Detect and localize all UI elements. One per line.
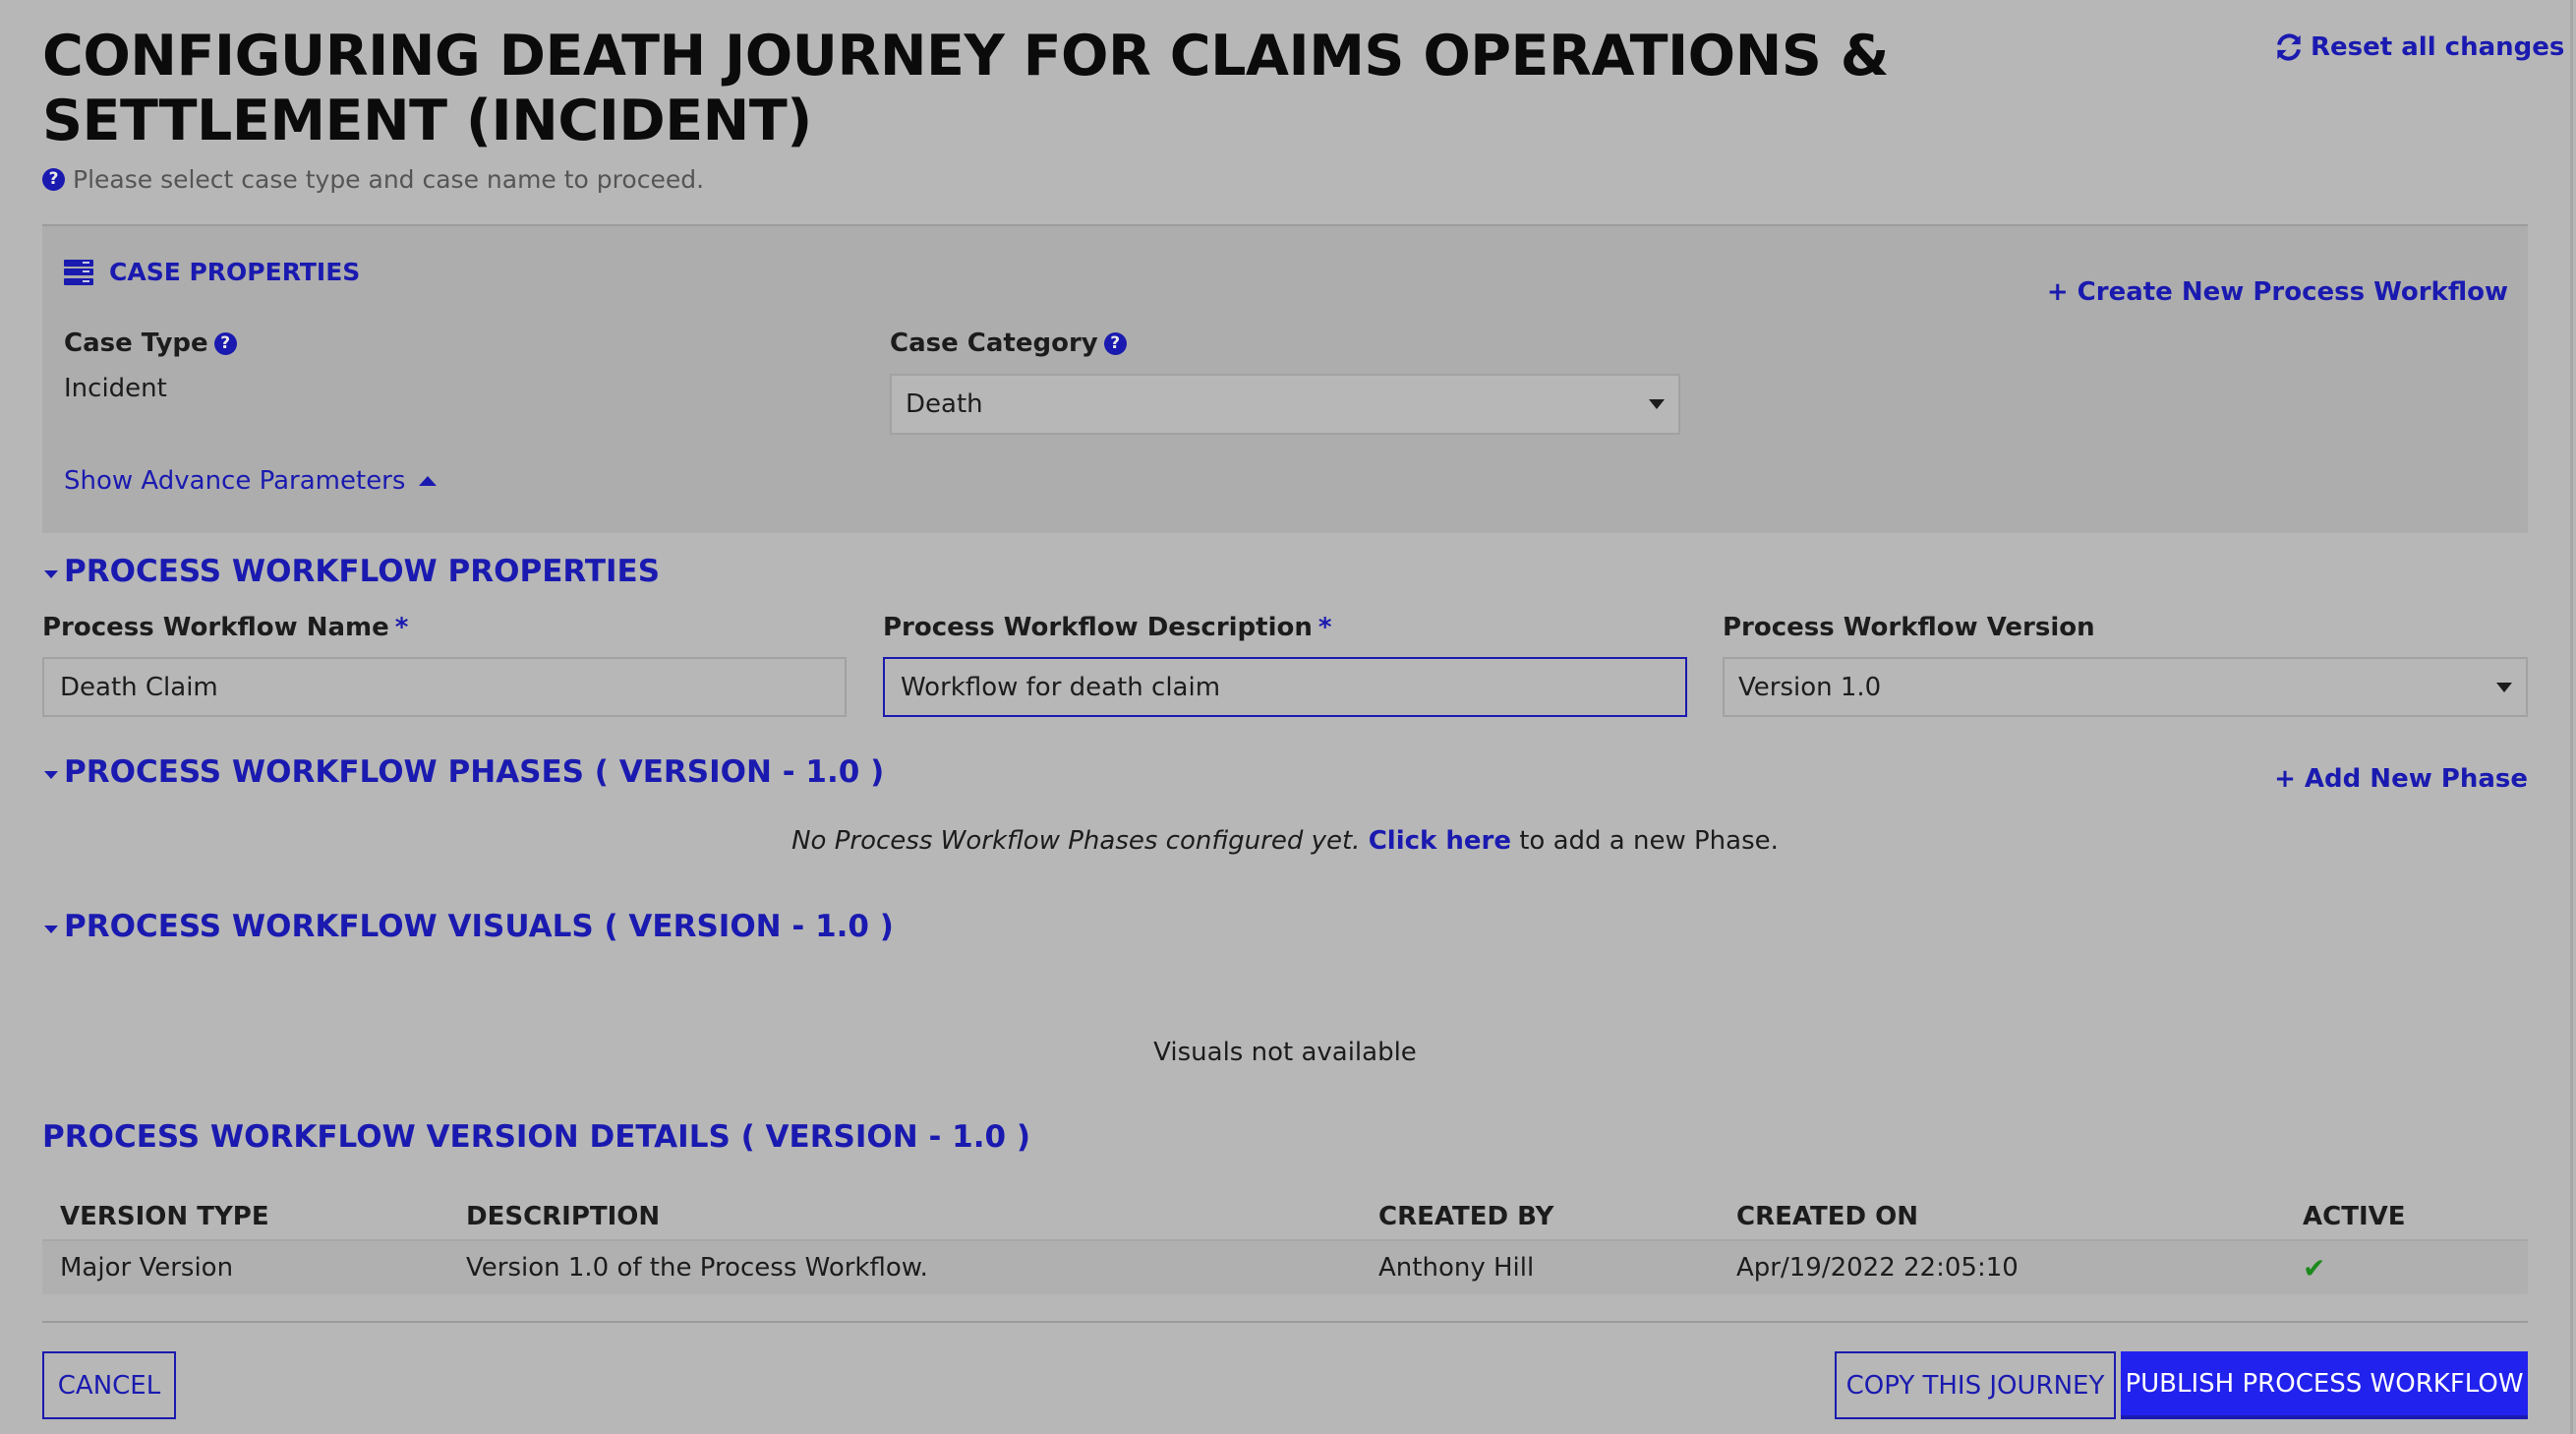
server-stack-icon [64,259,93,285]
hint-message: ? Please select case type and case name … [42,165,704,194]
phases-empty-state: No Process Workflow Phases configured ye… [0,826,2570,856]
workflow-description-label: Process Workflow Description * [883,613,1332,642]
process-workflow-properties-toggle[interactable]: PROCESS WORKFLOW PROPERTIES [44,554,660,589]
footer-divider [42,1321,2528,1323]
case-category-help-icon[interactable]: ? [1103,331,1127,355]
publish-process-workflow-button[interactable]: PUBLISH PROCESS WORKFLOW [2121,1351,2528,1419]
caret-up-icon [419,476,438,486]
workflow-name-label-text: Process Workflow Name [42,613,389,642]
advance-link-label: Show Advance Parameters [64,466,406,496]
workflow-description-label-text: Process Workflow Description [883,613,1313,642]
workflow-description-input[interactable]: Workflow for death claim [883,657,1687,717]
case-type-help-icon[interactable]: ? [213,331,237,355]
workflow-version-select[interactable]: Version 1.0 [1723,657,2528,717]
column-header-active: ACTIVE [2285,1194,2528,1241]
phases-empty-text: No Process Workflow Phases configured ye… [791,826,1361,856]
checkmark-icon: ✔ [2303,1251,2326,1285]
workflow-version-label: Process Workflow Version [1723,613,2095,642]
workflow-name-label: Process Workflow Name * [42,613,408,642]
case-category-label-text: Case Category [890,329,1098,358]
reset-all-changes-link[interactable]: Reset all changes [2275,32,2564,62]
create-new-process-workflow-link[interactable]: + Create New Process Workflow [2047,277,2508,307]
hint-text: Please select case type and case name to… [73,165,705,194]
workflow-version-selected-value: Version 1.0 [1738,672,1882,702]
process-workflow-phases-toggle[interactable]: PROCESS WORKFLOW PHASES ( VERSION - 1.0 … [44,754,884,790]
case-properties-heading: CASE PROPERTIES [64,258,360,286]
chevron-down-icon [1649,399,1665,409]
required-asterisk: * [1317,613,1332,642]
visuals-empty-state: Visuals not available [1153,1038,1417,1067]
reset-label: Reset all changes [2311,32,2565,62]
workflow-description-value: Workflow for death claim [901,672,1221,702]
table-row: Major Version Version 1.0 of the Process… [42,1240,2528,1294]
column-header-version-type: VERSION TYPE [42,1194,448,1241]
process-workflow-visuals-toggle[interactable]: PROCESS WORKFLOW VISUALS ( VERSION - 1.0… [44,909,894,944]
case-type-label: Case Type ? [64,329,237,358]
required-asterisk: * [394,613,409,642]
cell-description: Version 1.0 of the Process Workflow. [448,1240,1361,1294]
show-advance-parameters-link[interactable]: Show Advance Parameters [64,466,438,496]
workflow-name-input[interactable]: Death Claim [42,657,847,717]
column-header-created-by: CREATED BY [1361,1194,1719,1241]
help-icon: ? [42,168,65,191]
cell-created-on: Apr/19/2022 22:05:10 [1719,1240,2285,1294]
case-category-select[interactable]: Death [890,374,1680,435]
workflow-name-value: Death Claim [60,672,218,702]
process-workflow-properties-heading: PROCESS WORKFLOW PROPERTIES [64,554,661,589]
add-new-phase-link[interactable]: + Add New Phase [2274,764,2528,794]
table-header-row: VERSION TYPE DESCRIPTION CREATED BY CREA… [42,1194,2528,1241]
case-category-label: Case Category ? [890,329,1127,358]
version-details-heading: PROCESS WORKFLOW VERSION DETAILS ( VERSI… [42,1119,1031,1155]
caret-down-icon [44,771,58,779]
case-properties-title: CASE PROPERTIES [109,258,361,286]
case-properties-panel: CASE PROPERTIES + Create New Process Wor… [42,224,2528,533]
page-scrollbar[interactable] [2570,0,2573,1434]
case-category-selected-value: Death [906,389,983,419]
column-header-created-on: CREATED ON [1719,1194,2285,1241]
version-details-table: VERSION TYPE DESCRIPTION CREATED BY CREA… [42,1194,2528,1294]
cell-active: ✔ [2285,1240,2528,1294]
copy-journey-button[interactable]: COPY THIS JOURNEY [1835,1351,2116,1419]
caret-down-icon [44,926,58,933]
caret-down-icon [44,570,58,578]
refresh-icon [2277,33,2301,61]
click-here-link[interactable]: Click here [1369,826,1511,856]
process-workflow-visuals-heading: PROCESS WORKFLOW VISUALS ( VERSION - 1.0… [64,909,894,944]
cancel-button[interactable]: CANCEL [42,1351,176,1419]
cell-version-type: Major Version [42,1240,448,1294]
cell-created-by: Anthony Hill [1361,1240,1719,1294]
column-header-description: DESCRIPTION [448,1194,1361,1241]
case-type-label-text: Case Type [64,329,208,358]
page-title: CONFIGURING DEATH JOURNEY FOR CLAIMS OPE… [42,24,1889,153]
phases-empty-suffix: to add a new Phase. [1510,826,1779,856]
case-type-value: Incident [64,374,167,403]
process-workflow-phases-heading: PROCESS WORKFLOW PHASES ( VERSION - 1.0 … [64,754,885,790]
chevron-down-icon [2496,682,2512,692]
